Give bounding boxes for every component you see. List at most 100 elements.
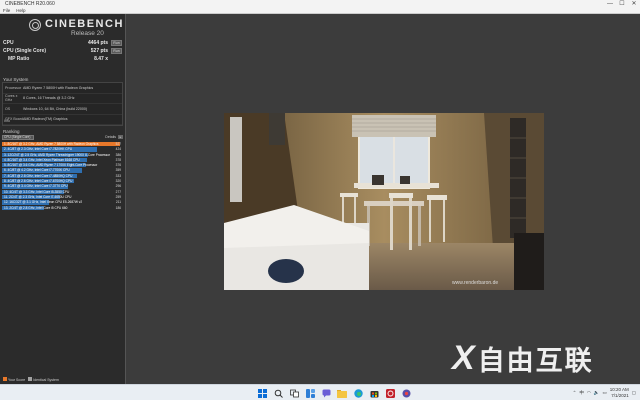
menu-help[interactable]: Help <box>13 8 28 13</box>
clock[interactable]: 10:20 AM 7/1/2021 <box>610 387 629 398</box>
menu-file[interactable]: File <box>0 8 13 13</box>
legend-identical-system: Identical System <box>28 376 59 382</box>
file-explorer-icon[interactable] <box>336 387 348 399</box>
ranking-row[interactable]: 1. 8C/16T @ 3.2 GHz, AMD Ryzen 7 5800H w… <box>2 142 123 147</box>
ranking-details: Details ▸ <box>105 135 123 139</box>
run-single-core-button[interactable]: Run <box>111 48 122 54</box>
ranking-score: 359 <box>115 168 121 173</box>
legend-label: Identical System <box>33 377 59 382</box>
details-arrow-icon[interactable]: ▸ <box>118 135 123 139</box>
score-mp-ratio: MP Ratio 8.47 x <box>2 55 122 63</box>
ranking-row[interactable]: 10. 4C/4T @ 3.3 GHz, Intel Core i5-3550 … <box>2 189 123 195</box>
ranking-label: 2. 4C/8T @ 2.3 GHz, Intel Core i7-7820HK… <box>4 147 73 152</box>
score-label: MP Ratio <box>8 56 30 62</box>
cinebench-icon[interactable] <box>384 387 396 399</box>
ranking-score: 320 <box>115 179 121 184</box>
task-view-icon[interactable] <box>288 387 300 399</box>
legend-your-score: Your Score <box>3 376 26 382</box>
ranking-row[interactable]: 5. 8C/16T @ 3.6 GHz, AMD Ryzen 7 1700X E… <box>2 163 123 168</box>
left-panel: CINEBENCH Release 20 CPU 4464 pts Run CP… <box>0 14 126 384</box>
ranking-legend: Your Score Identical System <box>3 376 59 382</box>
render-preview: www.renderbaron.de <box>224 113 544 290</box>
volume-icon[interactable]: 🔈 <box>594 390 600 396</box>
ranking-score: 296 <box>115 184 121 189</box>
ranking-row[interactable]: 6. 4C/8T @ 4.2 GHz, Intel Core i7-7700K … <box>2 168 123 173</box>
notification-icon[interactable]: ▢ <box>632 390 636 396</box>
system-row: GFX Board AMD Radeon(TM) Graphics <box>3 115 122 125</box>
score-value: 4464 pts <box>87 40 108 46</box>
ranking-row[interactable]: 9. 4C/8T @ 3.4 GHz, Intel Core i7-3770 C… <box>2 184 123 189</box>
system-info-table: Processor AMD Ryzen 7 5800H with Radeon G… <box>2 82 123 126</box>
legend-swatch <box>3 376 7 381</box>
system-value: AMD Ryzen 7 5800H with Radeon Graphics <box>23 85 94 90</box>
ranking-score: 527 <box>115 142 121 146</box>
ranking-row[interactable]: 11. 2C/4T @ 2.3 GHz, Intel Core i7-4650U… <box>2 194 123 200</box>
chat-icon[interactable] <box>320 387 332 399</box>
ranking-row[interactable]: 7. 4C/8T @ 2.8 GHz, Intel Core i7-4850HQ… <box>2 173 123 179</box>
system-tray: ⌃ 中 ◠ 🔈 ▭ 10:20 AM 7/1/2021 ▢ <box>573 387 636 398</box>
taskbar-icons <box>256 387 412 399</box>
ranking-label: 11. 2C/4T @ 2.3 GHz, Intel Core i7-4650U… <box>4 194 72 199</box>
close-button[interactable]: ✕ <box>628 0 640 8</box>
ranking-label: 13. 2C/4T @ 2.8 GHz, Intel Core i5 CPU 6… <box>4 205 68 210</box>
system-row: Cores x GHz 8 Cores, 16 Threads @ 3.2 GHz <box>3 94 122 104</box>
taskbar: ⌃ 中 ◠ 🔈 ▭ 10:20 AM 7/1/2021 ▢ <box>0 384 640 400</box>
system-key: Processor <box>5 85 22 90</box>
app-icon[interactable] <box>400 387 412 399</box>
logo-name: CINEBENCH <box>45 18 124 30</box>
ranking-row[interactable]: 4. 8C/16T @ 3.4 GHz, Intel Xeon Platinum… <box>2 157 123 163</box>
ranking-label: 4. 8C/16T @ 3.4 GHz, Intel Xeon Platinum… <box>4 157 80 162</box>
score-cpu-single: CPU (Single Core) 527 pts Run <box>2 47 122 55</box>
legend-swatch <box>28 376 33 381</box>
watermark-text: 自由互联 <box>477 345 594 376</box>
score-label: CPU (Single Core) <box>3 48 47 54</box>
ranking-row[interactable]: 13. 2C/4T @ 2.8 GHz, Intel Core i5 CPU 6… <box>2 205 123 211</box>
search-icon[interactable] <box>272 387 284 399</box>
ranking-score: 386 <box>115 152 121 157</box>
ranking-label: 9. 4C/8T @ 3.4 GHz, Intel Core i7-3770 C… <box>4 184 68 189</box>
ranking-select[interactable]: CPU (Single Core) <box>2 134 34 140</box>
chevron-up-icon[interactable]: ⌃ <box>573 390 577 396</box>
maximize-button[interactable]: ☐ <box>616 0 628 8</box>
store-icon[interactable] <box>368 387 380 399</box>
watermark: X 自由互联 <box>452 338 627 377</box>
ranking-header: CPU (Single Core) Details ▸ <box>2 134 123 140</box>
ranking-score: 186 <box>115 205 121 210</box>
windows-icon[interactable] <box>256 387 268 399</box>
minimize-button[interactable]: — <box>604 0 616 8</box>
ranking-label: 10. 4C/4T @ 3.3 GHz, Intel Core i5-3550 … <box>4 189 70 194</box>
details-label[interactable]: Details <box>105 135 116 139</box>
system-key: Cores x GHz <box>5 94 18 103</box>
ranking-score: 211 <box>115 200 121 205</box>
edge-icon[interactable] <box>352 387 364 399</box>
ranking-label: 8. 4C/8T @ 2.6 GHz, Intel Core i7-6700HQ… <box>4 179 73 184</box>
legend-label: Your Score <box>8 377 26 382</box>
ranking-list: 1. 8C/16T @ 3.2 GHz, AMD Ryzen 7 5800H w… <box>2 142 123 210</box>
ranking-score: 333 <box>115 173 121 178</box>
ranking-score: 259 <box>115 194 121 199</box>
ranking-score: 378 <box>115 157 121 162</box>
watermark-mark: X <box>452 338 475 377</box>
battery-icon[interactable]: ▭ <box>602 390 606 396</box>
ranking-row[interactable]: 8. 4C/8T @ 2.6 GHz, Intel Core i7-6700HQ… <box>2 179 123 184</box>
room-render-image <box>224 113 544 290</box>
score-value: 8.47 x <box>94 56 108 62</box>
run-cpu-button[interactable]: Run <box>111 40 122 46</box>
wifi-icon[interactable]: ◠ <box>587 390 591 396</box>
ranking-label: 12. 16C/32T @ 3.1 GHz, Intel Xeon CPU E5… <box>4 200 83 205</box>
ranking-row[interactable]: 12. 16C/32T @ 3.1 GHz, Intel Xeon CPU E5… <box>2 200 123 205</box>
score-value: 527 pts <box>90 48 108 54</box>
language-indicator[interactable]: 中 <box>579 390 584 396</box>
widgets-icon[interactable] <box>304 387 316 399</box>
render-credit: www.renderbaron.de <box>452 280 499 286</box>
score-label: CPU <box>3 40 14 46</box>
logo-release: Release 20 <box>71 30 104 37</box>
ranking-row[interactable]: 2. 4C/8T @ 2.3 GHz, Intel Core i7-7820HK… <box>2 147 123 152</box>
window-title: CINEBENCH R20.060 <box>5 1 55 7</box>
system-value: 8 Cores, 16 Threads @ 3.2 GHz <box>23 96 75 101</box>
ranking-row[interactable]: 3. 12C/24T @ 2.5 GHz, AMD Ryzen Threadri… <box>2 152 123 158</box>
ranking-label: 3. 12C/24T @ 2.5 GHz, AMD Ryzen Threadri… <box>4 152 111 157</box>
score-cpu: CPU 4464 pts Run <box>2 39 122 47</box>
ranking-score: 277 <box>115 189 121 194</box>
system-value: AMD Radeon(TM) Graphics <box>23 117 68 122</box>
